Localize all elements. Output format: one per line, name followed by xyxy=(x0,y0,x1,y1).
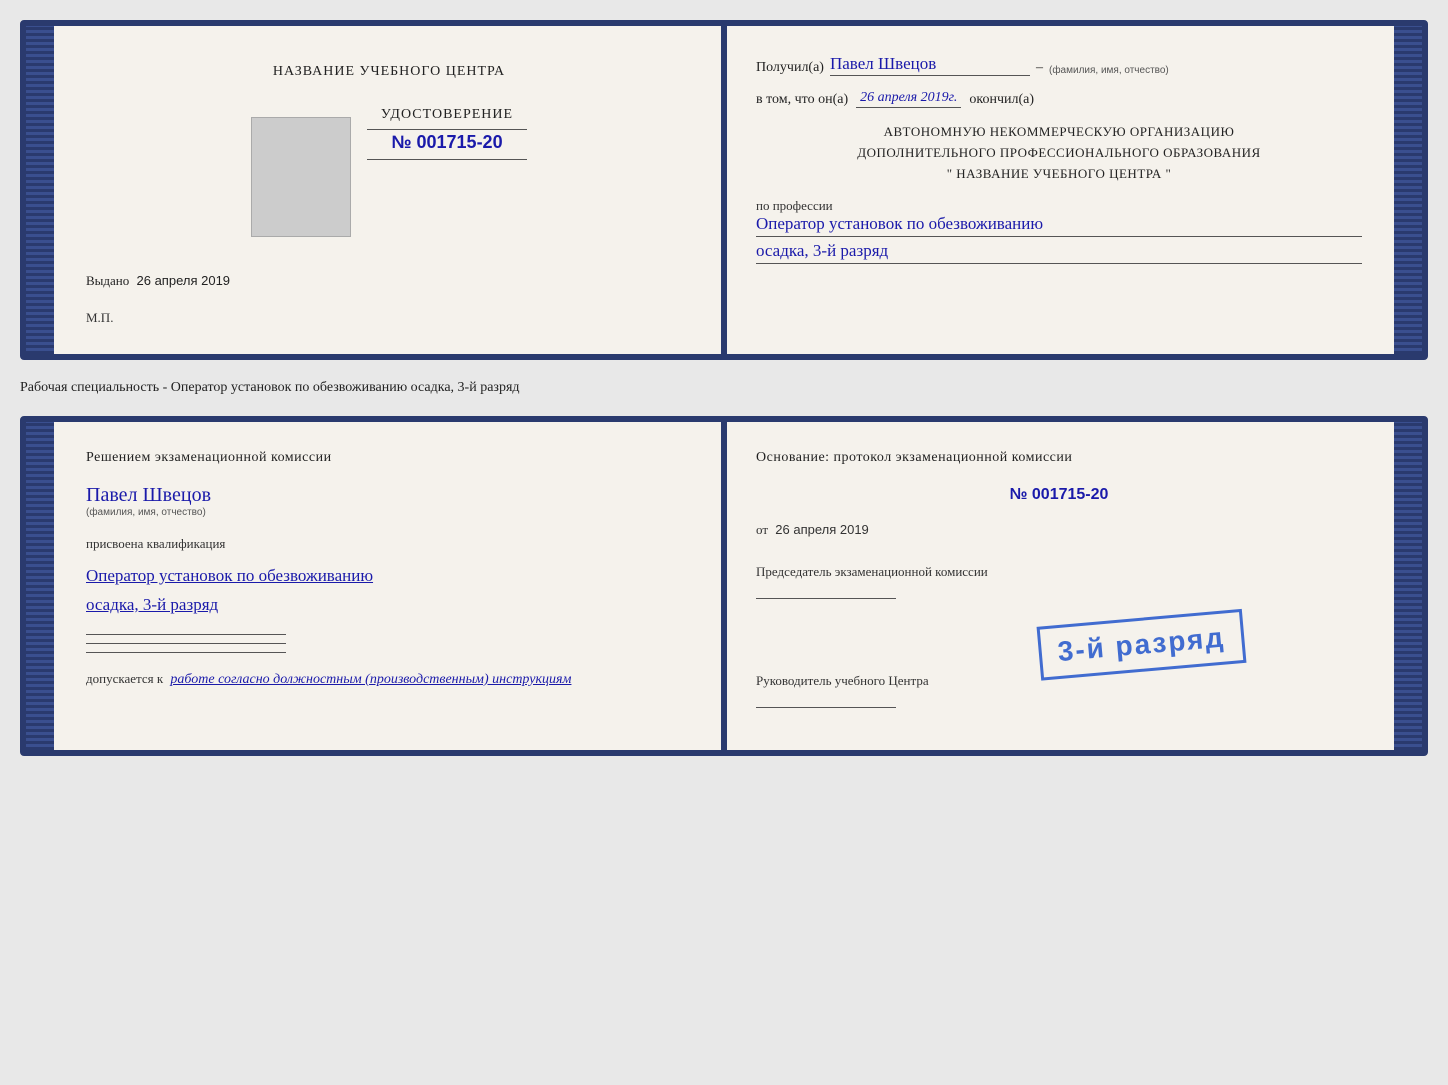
bottom-person-name: Павел Швецов xyxy=(86,484,692,507)
spine-left xyxy=(26,26,54,354)
admission-text: допускается к работе согласно должностны… xyxy=(86,671,692,688)
issued-block: Выдано 26 апреля 2019 xyxy=(86,273,230,289)
top-document-card: НАЗВАНИЕ УЧЕБНОГО ЦЕНТРА УДОСТОВЕРЕНИЕ №… xyxy=(20,20,1428,360)
top-left-center-title: НАЗВАНИЕ УЧЕБНОГО ЦЕНТРА xyxy=(273,64,505,80)
spine-left-bottom xyxy=(26,422,54,750)
stamp-overlay: 3-й разряд xyxy=(1037,609,1247,681)
signature-lines xyxy=(86,634,692,653)
chairman-block: Председатель экзаменационной комиссии xyxy=(756,564,1362,599)
in-that-line: в том, что он(а) 26 апреля 2019г. окончи… xyxy=(756,90,1362,108)
profession-line2: осадка, 3-й разряд xyxy=(756,241,1362,264)
photo-placeholder xyxy=(251,117,351,237)
bottom-left-panel: Решением экзаменационной комиссии Павел … xyxy=(54,422,724,750)
spine-right xyxy=(1394,26,1422,354)
qualification-value: Оператор установок по обезвоживанию осад… xyxy=(86,562,692,620)
bottom-name-subtitle: (фамилия, имя, отчество) xyxy=(86,507,692,518)
spine-right-bottom xyxy=(1394,422,1422,750)
profession-line1: Оператор установок по обезвоживанию xyxy=(756,214,1362,237)
top-right-panel: Получил(а) Павел Швецов – (фамилия, имя,… xyxy=(724,26,1394,354)
recipient-name: Павел Швецов xyxy=(830,54,1030,76)
mp-block: М.П. xyxy=(86,310,113,326)
chairman-sig-line xyxy=(756,598,896,599)
qualification-label: присвоена квалификация xyxy=(86,536,692,552)
top-left-panel: НАЗВАНИЕ УЧЕБНОГО ЦЕНТРА УДОСТОВЕРЕНИЕ №… xyxy=(54,26,724,354)
cert-number: № 001715-20 xyxy=(367,132,527,153)
separator-text: Рабочая специальность - Оператор установ… xyxy=(20,378,1428,398)
page-container: НАЗВАНИЕ УЧЕБНОГО ЦЕНТРА УДОСТОВЕРЕНИЕ №… xyxy=(20,20,1428,756)
cert-title: УДОСТОВЕРЕНИЕ xyxy=(367,107,527,123)
bottom-document-card: Решением экзаменационной комиссии Павел … xyxy=(20,416,1428,756)
commission-title: Решением экзаменационной комиссии xyxy=(86,450,692,466)
org-text: АВТОНОМНУЮ НЕКОММЕРЧЕСКУЮ ОРГАНИЗАЦИЮ ДО… xyxy=(756,122,1362,184)
basis-title: Основание: протокол экзаменационной коми… xyxy=(756,450,1362,466)
admission-value: работе согласно должностным (производств… xyxy=(170,672,571,687)
protocol-number: № 001715-20 xyxy=(756,486,1362,504)
bottom-right-panel: Основание: протокол экзаменационной коми… xyxy=(724,422,1394,750)
head-sig-line xyxy=(756,707,896,708)
from-date: от 26 апреля 2019 xyxy=(756,522,1362,538)
received-line: Получил(а) Павел Швецов – (фамилия, имя,… xyxy=(756,54,1362,76)
cert-number-block: УДОСТОВЕРЕНИЕ № 001715-20 xyxy=(367,107,527,162)
bottom-person-block: Павел Швецов (фамилия, имя, отчество) xyxy=(86,484,692,518)
profession-section: по профессии Оператор установок по обезв… xyxy=(756,198,1362,264)
completion-date: 26 апреля 2019г. xyxy=(856,90,961,108)
